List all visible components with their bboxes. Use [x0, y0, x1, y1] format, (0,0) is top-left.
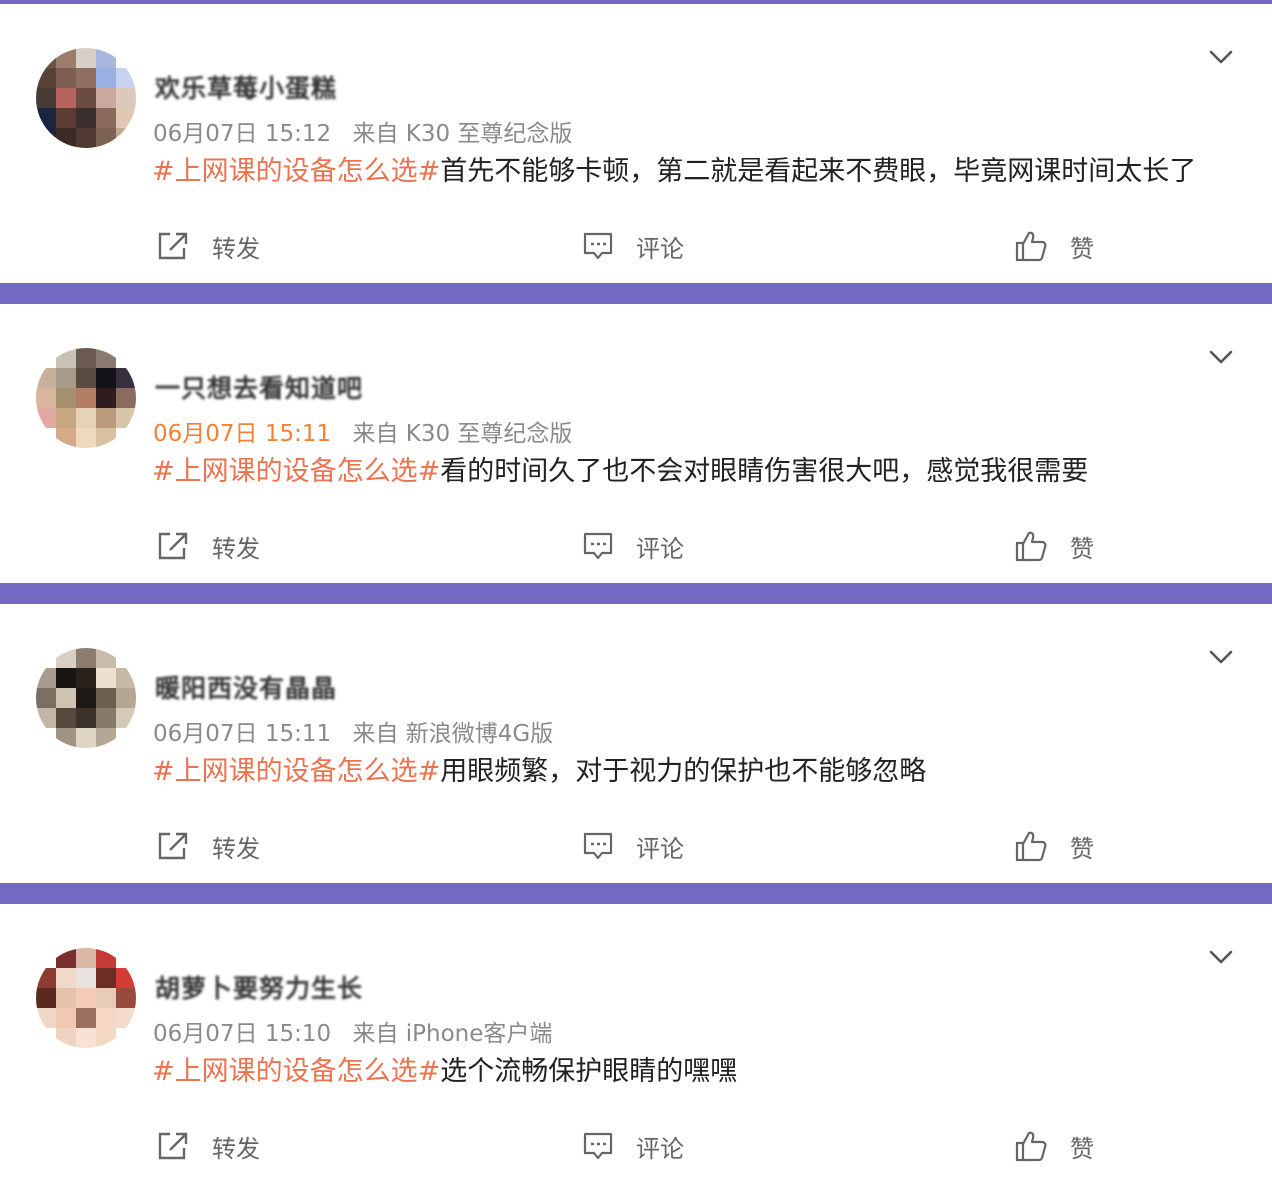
post-content: #上网课的设备怎么选#用眼频繁，对于视力的保护也不能够忽略 — [152, 754, 926, 790]
like-label: 赞 — [1070, 534, 1094, 563]
thumbs-up-icon — [1015, 531, 1047, 562]
post-time[interactable]: 06月07日 15:11 — [153, 721, 331, 747]
post-source: 来自 K30 至尊纪念版 — [352, 121, 573, 147]
hashtag-link[interactable]: #上网课的设备怎么选# — [152, 1056, 440, 1087]
username[interactable]: 暖阳西没有晶晶 — [155, 672, 338, 703]
repost-icon — [158, 532, 188, 560]
thumbs-up-icon — [1015, 831, 1047, 862]
like-button[interactable]: 赞 — [1014, 226, 1094, 266]
repost-label: 转发 — [212, 234, 260, 263]
like-label: 赞 — [1070, 1134, 1094, 1163]
comment-icon — [583, 1132, 613, 1160]
comment-icon — [583, 532, 613, 560]
username[interactable]: 胡萝卜要努力生长 — [155, 972, 364, 1003]
post-time[interactable]: 06月07日 15:10 — [153, 1021, 331, 1047]
like-label: 赞 — [1070, 834, 1094, 863]
chevron-down-icon[interactable] — [1206, 342, 1236, 372]
username-text: 暖阳西没有晶晶 — [155, 674, 338, 703]
post-card: 欢乐草莓小蛋糕 06月07日 15:12 来自 K30 至尊纪念版 #上网课的设… — [0, 4, 1272, 283]
post-meta: 06月07日 15:11 来自 新浪微博4G版 — [153, 714, 553, 748]
post-meta: 06月07日 15:12 来自 K30 至尊纪念版 — [153, 114, 572, 148]
username-text: 一只想去看知道吧 — [155, 374, 364, 403]
post-source: 来自 iPhone客户端 — [352, 1021, 553, 1047]
post-meta: 06月07日 15:11 来自 K30 至尊纪念版 — [153, 414, 572, 448]
post-card: 一只想去看知道吧 06月07日 15:11 来自 K30 至尊纪念版 #上网课的… — [0, 304, 1272, 583]
comment-button[interactable]: 评论 — [582, 226, 684, 266]
post-card: 胡萝卜要努力生长 06月07日 15:10 来自 iPhone客户端 #上网课的… — [0, 904, 1272, 1184]
username-text: 欢乐草莓小蛋糕 — [155, 74, 338, 103]
repost-button[interactable]: 转发 — [156, 1126, 260, 1166]
repost-button[interactable]: 转发 — [156, 226, 260, 266]
comment-button[interactable]: 评论 — [582, 1126, 684, 1166]
comment-icon — [583, 832, 613, 860]
repost-icon — [158, 1132, 188, 1160]
chevron-down-icon[interactable] — [1206, 42, 1236, 72]
repost-button[interactable]: 转发 — [156, 826, 260, 866]
post-source: 来自 K30 至尊纪念版 — [352, 421, 573, 447]
post-content: #上网课的设备怎么选#首先不能够卡顿，第二就是看起来不费眼，毕竟网课时间太长了 — [152, 154, 1196, 190]
post-meta: 06月07日 15:10 来自 iPhone客户端 — [153, 1014, 552, 1048]
repost-label: 转发 — [212, 534, 260, 563]
avatar[interactable] — [36, 48, 136, 148]
comment-button[interactable]: 评论 — [582, 526, 684, 566]
repost-label: 转发 — [212, 1134, 260, 1163]
hashtag-link[interactable]: #上网课的设备怎么选# — [152, 456, 440, 487]
post-content: #上网课的设备怎么选#看的时间久了也不会对眼睛伤害很大吧，感觉我很需要 — [152, 454, 1088, 490]
username[interactable]: 一只想去看知道吧 — [155, 372, 364, 403]
post-content: #上网课的设备怎么选#选个流畅保护眼睛的嘿嘿 — [152, 1054, 737, 1090]
thumbs-up-icon — [1015, 1131, 1047, 1162]
post-text: 看的时间久了也不会对眼睛伤害很大吧，感觉我很需要 — [440, 456, 1089, 487]
comment-label: 评论 — [636, 1134, 684, 1163]
comment-label: 评论 — [636, 534, 684, 563]
username-text: 胡萝卜要努力生长 — [155, 974, 364, 1003]
like-button[interactable]: 赞 — [1014, 826, 1094, 866]
post-card: 暖阳西没有晶晶 06月07日 15:11 来自 新浪微博4G版 #上网课的设备怎… — [0, 604, 1272, 883]
comment-label: 评论 — [636, 834, 684, 863]
chevron-down-icon[interactable] — [1206, 642, 1236, 672]
avatar[interactable] — [36, 948, 136, 1048]
post-time[interactable]: 06月07日 15:11 — [153, 421, 331, 447]
avatar[interactable] — [36, 348, 136, 448]
comment-label: 评论 — [636, 234, 684, 263]
comment-icon — [583, 232, 613, 260]
chevron-down-icon[interactable] — [1206, 942, 1236, 972]
repost-icon — [158, 232, 188, 260]
like-label: 赞 — [1070, 234, 1094, 263]
post-text: 选个流畅保护眼睛的嘿嘿 — [440, 1056, 738, 1087]
post-source: 来自 新浪微博4G版 — [352, 721, 554, 747]
comment-button[interactable]: 评论 — [582, 826, 684, 866]
like-button[interactable]: 赞 — [1014, 526, 1094, 566]
repost-icon — [158, 832, 188, 860]
thumbs-up-icon — [1015, 231, 1047, 262]
repost-label: 转发 — [212, 834, 260, 863]
post-text: 用眼频繁，对于视力的保护也不能够忽略 — [440, 756, 927, 787]
like-button[interactable]: 赞 — [1014, 1126, 1094, 1166]
post-time[interactable]: 06月07日 15:12 — [153, 121, 331, 147]
username[interactable]: 欢乐草莓小蛋糕 — [155, 72, 338, 103]
avatar[interactable] — [36, 648, 136, 748]
hashtag-link[interactable]: #上网课的设备怎么选# — [152, 756, 440, 787]
post-text: 首先不能够卡顿，第二就是看起来不费眼，毕竟网课时间太长了 — [440, 156, 1197, 187]
hashtag-link[interactable]: #上网课的设备怎么选# — [152, 156, 440, 187]
repost-button[interactable]: 转发 — [156, 526, 260, 566]
